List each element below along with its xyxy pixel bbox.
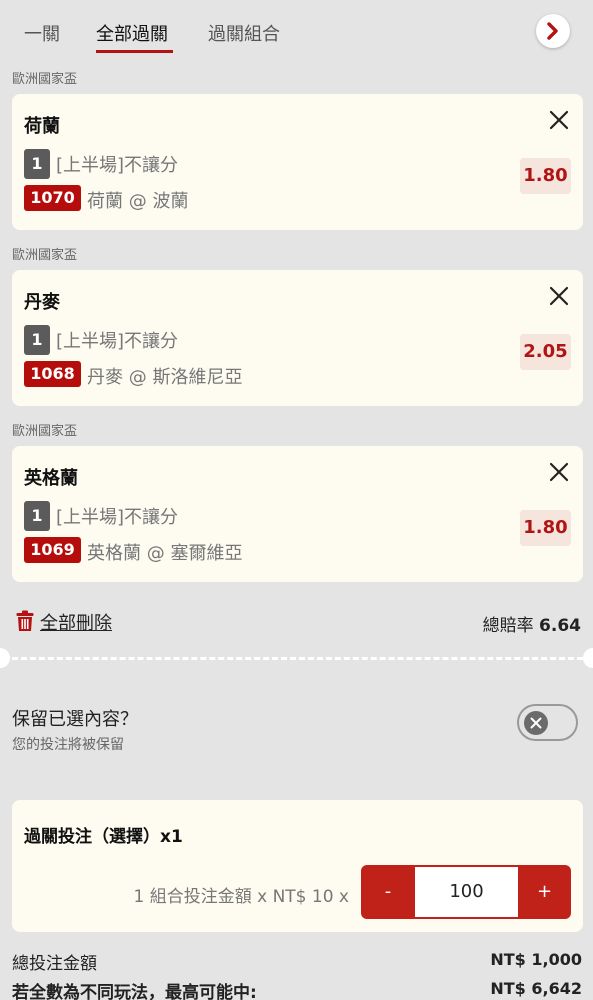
keep-selections-toggle[interactable] [517, 704, 578, 741]
next-button[interactable] [536, 14, 570, 48]
selection-team: 荷蘭 [24, 116, 60, 137]
increase-button[interactable]: + [518, 865, 571, 919]
match-label: 荷蘭 @ 波蘭 [87, 191, 189, 212]
keep-selections-subtitle: 您的投注將被保留 [12, 737, 124, 753]
league-label: 歐洲國家盃 [12, 248, 78, 263]
divider-notch-left [0, 648, 10, 668]
selection-number-badge: 1 [24, 325, 50, 355]
parlay-bet-panel: 過關投注（選擇）x1 1 組合投注金額 x NT$ 10 x - 100 + [12, 800, 583, 932]
x-circle-icon [530, 717, 542, 729]
odds-badge: 2.05 [520, 334, 571, 370]
selection-card: 英格蘭 1 [上半場]不讓分 1069 英格蘭 @ 塞爾維亞 1.80 [12, 446, 583, 582]
selection-number-badge: 1 [24, 501, 50, 531]
selection-card: 丹麥 1 [上半場]不讓分 1068 丹麥 @ 斯洛維尼亞 2.05 [12, 270, 583, 406]
odds-badge: 1.80 [520, 158, 571, 194]
trash-icon [16, 610, 34, 631]
selection-team: 英格蘭 [24, 468, 78, 489]
close-icon[interactable] [548, 461, 570, 483]
market-label: [上半場]不讓分 [56, 155, 179, 176]
close-icon[interactable] [548, 109, 570, 131]
max-win-label: 若全數為不同玩法，最高可能中: [12, 983, 257, 1000]
league-label: 歐洲國家盃 [12, 424, 78, 439]
toggle-knob [524, 711, 548, 735]
decrease-button[interactable]: - [361, 865, 415, 919]
chevron-right-icon [547, 22, 558, 40]
league-label: 歐洲國家盃 [12, 72, 78, 87]
max-win-value: NT$ 6,642 [490, 979, 582, 998]
total-odds-label: 總賠率 [482, 616, 534, 636]
selection-team: 丹麥 [24, 292, 60, 313]
tab-all-parlay[interactable]: 全部過關 [96, 20, 168, 46]
tab-parlay-combo[interactable]: 過關組合 [208, 20, 280, 46]
total-stake-value: NT$ 1,000 [490, 950, 582, 969]
market-label: [上半場]不讓分 [56, 507, 179, 528]
dashed-divider [12, 657, 583, 660]
total-odds: 總賠率 6.64 [483, 611, 581, 636]
match-label: 丹麥 @ 斯洛維尼亞 [87, 367, 243, 388]
odds-badge: 1.80 [520, 510, 571, 546]
combo-stake-label: 1 組合投注金額 x NT$ 10 x [133, 887, 349, 907]
match-code-badge: 1069 [24, 537, 81, 563]
divider-notch-right [583, 648, 593, 668]
selection-number-badge: 1 [24, 149, 50, 179]
active-tab-indicator [96, 50, 173, 53]
market-label: [上半場]不讓分 [56, 331, 179, 352]
delete-all-label: 全部刪除 [40, 613, 112, 634]
close-icon[interactable] [548, 285, 570, 307]
stake-amount-input[interactable]: 100 [415, 867, 518, 917]
total-odds-value: 6.64 [539, 616, 581, 636]
total-stake-label: 總投注金額 [12, 954, 97, 974]
keep-selections-title: 保留已選內容？ [12, 709, 138, 730]
parlay-title: 過關投注（選擇）x1 [24, 827, 183, 847]
match-label: 英格蘭 @ 塞爾維亞 [87, 543, 243, 564]
tab-single[interactable]: 一關 [24, 20, 60, 46]
stake-stepper: - 100 + [361, 865, 571, 919]
selection-card: 荷蘭 1 [上半場]不讓分 1070 荷蘭 @ 波蘭 1.80 [12, 94, 583, 230]
match-code-badge: 1070 [24, 185, 81, 211]
bet-type-tabs: 一關 全部過關 過關組合 [0, 0, 593, 62]
match-code-badge: 1068 [24, 361, 81, 387]
